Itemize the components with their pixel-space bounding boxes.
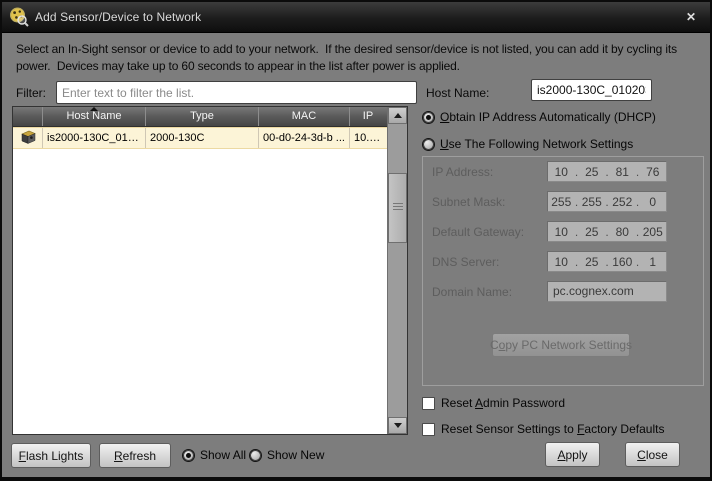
scroll-down-button[interactable] xyxy=(388,417,407,434)
hostname-label: Host Name: xyxy=(426,86,489,100)
scrollbar-thumb[interactable] xyxy=(388,173,407,243)
radio-show-new[interactable] xyxy=(249,449,262,462)
close-window-button[interactable]: ✕ xyxy=(682,8,700,26)
column-header-type[interactable]: Type xyxy=(146,107,259,126)
intro-line-2: power. Devices may take up to 60 seconds… xyxy=(16,58,677,75)
column-header-icon[interactable] xyxy=(13,107,43,126)
insight-sensor-search-icon xyxy=(9,7,29,27)
radio-show-new-label: Show New xyxy=(267,448,324,462)
triangle-up-icon xyxy=(394,113,402,118)
default-gateway-label: Default Gateway: xyxy=(432,225,524,239)
filter-input[interactable] xyxy=(56,81,417,104)
radio-static-settings-label: Use The Following Network Settings xyxy=(440,137,633,151)
subnet-mask-label: Subnet Mask: xyxy=(432,195,505,209)
domain-name-field: pc.cognex.com xyxy=(547,281,667,302)
close-button[interactable]: Close xyxy=(625,442,680,467)
default-gateway-field: 10.25.80.205 xyxy=(547,221,667,242)
subnet-mask-field: 255.255.252.0 xyxy=(547,191,667,212)
intro-text: Select an In-Sight sensor or device to a… xyxy=(16,41,677,75)
vertical-scrollbar[interactable] xyxy=(387,107,407,434)
radio-show-all-label: Show All xyxy=(200,448,246,462)
column-header-ip[interactable]: IP xyxy=(350,107,386,126)
reset-admin-password-label: Reset Admin Password xyxy=(441,396,565,410)
radio-dhcp[interactable] xyxy=(422,111,435,124)
hostname-input[interactable] xyxy=(531,79,652,101)
add-sensor-dialog: Add Sensor/Device to Network ✕ Select an… xyxy=(0,0,712,481)
column-header-mac-label: MAC xyxy=(292,110,316,122)
copy-pc-network-settings-button: Copy PC Network Settings xyxy=(492,333,630,357)
sort-ascending-icon xyxy=(90,107,98,111)
intro-line-1: Select an In-Sight sensor or device to a… xyxy=(16,41,677,58)
title-bar: Add Sensor/Device to Network ✕ xyxy=(2,2,710,33)
ip-address-field: 10.25.81.76 xyxy=(547,161,667,182)
cell-hostname: is2000-130C_010... xyxy=(43,128,146,148)
reset-admin-password-checkbox[interactable] xyxy=(422,397,435,410)
column-header-mac[interactable]: MAC xyxy=(259,107,350,126)
scroll-up-button[interactable] xyxy=(388,107,407,124)
domain-name-label: Domain Name: xyxy=(432,285,512,299)
flash-lights-button[interactable]: Flash Lights xyxy=(11,443,91,468)
device-list-header: Host Name Type MAC IP xyxy=(13,107,387,127)
window-title: Add Sensor/Device to Network xyxy=(35,10,201,24)
column-header-ip-label: IP xyxy=(363,110,373,122)
cell-mac: 00-d0-24-3d-b ... xyxy=(259,128,350,148)
device-list: Host Name Type MAC IP is2000-130C_ xyxy=(12,106,408,435)
radio-dhcp-label: Obtain IP Address Automatically (DHCP) xyxy=(440,110,656,124)
column-header-hostname[interactable]: Host Name xyxy=(43,107,146,126)
triangle-down-icon xyxy=(394,423,402,428)
apply-button[interactable]: Apply xyxy=(545,442,600,467)
reset-factory-defaults-checkbox[interactable] xyxy=(422,423,435,436)
radio-show-all[interactable] xyxy=(182,449,195,462)
column-header-type-label: Type xyxy=(190,110,214,122)
ip-address-label: IP Address: xyxy=(432,165,493,179)
column-header-hostname-label: Host Name xyxy=(66,110,121,122)
radio-static-settings[interactable] xyxy=(422,138,435,151)
sensor-camera-icon xyxy=(13,128,43,148)
reset-factory-defaults-label: Reset Sensor Settings to Factory Default… xyxy=(441,422,664,436)
device-row-selected[interactable]: is2000-130C_010... 2000-130C 00-d0-24-3d… xyxy=(13,127,387,149)
thumb-grip-icon xyxy=(393,206,403,207)
dns-server-label: DNS Server: xyxy=(432,255,499,269)
dns-server-field: 10.25.160.1 xyxy=(547,251,667,272)
filter-label: Filter: xyxy=(16,86,46,100)
cell-type: 2000-130C xyxy=(146,128,259,148)
cell-ip: 10.2... xyxy=(350,128,386,148)
refresh-button[interactable]: Refresh xyxy=(99,443,171,468)
